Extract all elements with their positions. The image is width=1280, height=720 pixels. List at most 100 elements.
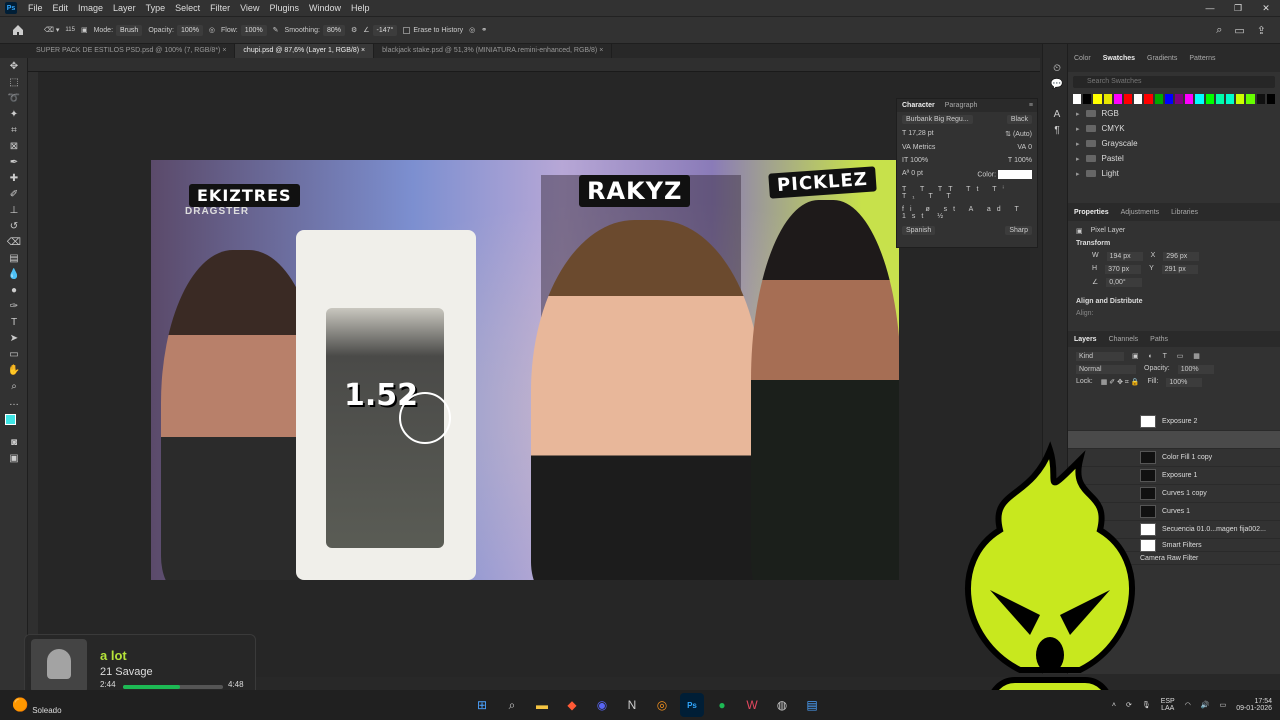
layer-filter-icons[interactable]: ▣ ◐ T ▭ ▦ [1132,352,1204,361]
color-swatch[interactable] [1175,94,1184,104]
stamp-tool-icon[interactable]: ⊥ [0,202,28,218]
pressure-size-icon[interactable]: ◎ [469,26,475,34]
blend-mode-select[interactable]: Normal [1076,365,1136,374]
color-swatch[interactable] [1256,94,1265,104]
shape-tool-icon[interactable]: ▭ [0,346,28,362]
network-icon[interactable]: ⟳ [1126,701,1132,709]
now-playing-widget[interactable]: a lot 21 Savage 2:44 4:48 [24,634,256,696]
color-swatches[interactable] [0,410,28,434]
eraser-tool-icon[interactable]: ⌫ ▾ [44,26,59,34]
tab-chupi[interactable]: chupi.psd @ 87,6% (Layer 1, RGB/8) × [235,44,375,58]
tab-layers[interactable]: Layers [1074,336,1097,343]
start-icon[interactable]: ⊞ [470,693,494,717]
font-family-select[interactable]: Burbank Big Regu... [902,115,973,124]
smoothing-field[interactable]: 80% [322,24,345,36]
more-tools-icon[interactable]: … [0,394,28,410]
opentype-buttons[interactable]: fi ø st A ad T 1st ½ [897,203,1037,223]
hand-tool-icon[interactable]: ✋ [0,362,28,378]
tab-gradients[interactable]: Gradients [1147,55,1177,62]
flow-field[interactable]: 100% [240,24,267,36]
character-icon[interactable]: A [1043,106,1071,122]
tracking-field[interactable]: VA 0 [1017,144,1032,151]
healing-tool-icon[interactable]: ✚ [0,170,28,186]
type-tool-icon[interactable]: T [0,314,28,330]
lock-icons[interactable]: ▦ ✐ ✥ ⌗ 🔒 [1101,378,1140,387]
tab-paragraph[interactable]: Paragraph [945,102,978,109]
font-size-field[interactable]: T 17,28 pt [902,130,934,138]
mic-icon[interactable]: 🎙 [1142,701,1151,709]
wifi-icon[interactable]: ◠ [1185,701,1191,709]
tab-channels[interactable]: Channels [1109,336,1139,343]
pen-tool-icon[interactable]: ✑ [0,298,28,314]
color-swatch[interactable] [1124,94,1133,104]
search-icon[interactable]: ⌕ [500,693,524,717]
color-swatch[interactable] [1226,94,1235,104]
thumbnail-image[interactable]: 1.52 EKIZTRES DRAGSTER RAKYZ PICKLEZ [151,160,899,580]
weather-icon[interactable]: 🟠 [12,697,28,713]
history-icon[interactable]: ⏲ [1043,60,1071,76]
menu-help[interactable]: Help [346,3,375,13]
tab-blackjack[interactable]: blackjack stake.psd @ 51,3% (MINIATURA.r… [374,44,613,58]
panel-menu-icon[interactable]: ≡ [1029,102,1033,109]
gradient-tool-icon[interactable]: ▤ [0,250,28,266]
pressure-opacity-icon[interactable]: ◎ [209,26,215,34]
menu-window[interactable]: Window [304,3,346,13]
paragraph-icon[interactable]: ¶ [1043,122,1071,138]
menu-type[interactable]: Type [141,3,171,13]
volume-icon[interactable]: 🔊 [1201,701,1210,709]
mode-select[interactable]: Brush [116,24,143,36]
photoshop-icon[interactable]: Ps [680,693,704,717]
menu-layer[interactable]: Layer [108,3,141,13]
foreground-color[interactable] [5,414,16,425]
layer-filter-select[interactable]: Kind [1076,352,1124,361]
eyedropper-tool-icon[interactable]: ✒ [0,154,28,170]
blur-tool-icon[interactable]: 💧 [0,266,28,282]
swatch-folder-grayscale[interactable]: Grayscale [1068,136,1280,151]
language-label[interactable]: ESP [1161,698,1175,705]
color-swatch[interactable] [1185,94,1194,104]
menu-image[interactable]: Image [73,3,108,13]
swatch-folder-light[interactable]: Light [1068,166,1280,181]
color-swatch[interactable] [1215,94,1225,104]
swatches-search-input[interactable]: Search Swatches [1073,76,1275,88]
color-swatch[interactable] [1103,94,1112,104]
color-swatch[interactable] [1266,94,1276,104]
obs-icon[interactable]: ◍ [770,693,794,717]
tab-libraries[interactable]: Libraries [1171,209,1198,216]
tray-expand-icon[interactable]: ˄ [1112,702,1116,709]
eraser-tool-icon[interactable]: ⌫ [0,234,28,250]
opacity-field[interactable]: 100% [177,24,203,36]
tab-patterns[interactable]: Patterns [1189,55,1215,62]
kerning-field[interactable]: VA Metrics [902,144,935,151]
tab-character[interactable]: Character [902,102,935,109]
progress-bar[interactable] [123,685,223,689]
color-swatch[interactable] [1113,94,1123,104]
swatch-folder-pastel[interactable]: Pastel [1068,151,1280,166]
color-swatch[interactable] [1093,94,1102,104]
airbrush-icon[interactable]: ✎ [273,26,279,34]
vscale-field[interactable]: IT 100% [902,157,928,164]
language-select[interactable]: Spanish [902,226,936,235]
color-swatch[interactable] [1083,94,1092,104]
search-icon[interactable]: ⌕ [1216,24,1222,37]
color-swatch[interactable] [1134,94,1143,104]
move-tool-icon[interactable]: ✥ [0,58,28,74]
notepad-icon[interactable]: ▤ [800,693,824,717]
height-field[interactable]: 370 px [1105,265,1142,274]
quick-select-tool-icon[interactable]: ✦ [0,106,28,122]
brush-preset-picker[interactable]: 115 [65,27,75,33]
marquee-tool-icon[interactable]: ⬚ [0,74,28,90]
color-swatch[interactable] [1154,94,1163,104]
font-style-select[interactable]: Black [1006,115,1032,124]
color-swatch[interactable] [1164,94,1174,104]
notion-icon[interactable]: N [620,693,644,717]
history-brush-tool-icon[interactable]: ↺ [0,218,28,234]
tab-color[interactable]: Color [1074,55,1091,62]
color-swatch[interactable] [1073,94,1082,104]
hscale-field[interactable]: T 100% [1008,157,1032,164]
leading-field[interactable]: ⇅ (Auto) [1005,130,1032,138]
crop-tool-icon[interactable]: ⌗ [0,122,28,138]
brush-settings-icon[interactable]: ▣ [81,26,88,34]
menu-filter[interactable]: Filter [205,3,235,13]
gear-icon[interactable]: ⚙ [351,26,357,34]
